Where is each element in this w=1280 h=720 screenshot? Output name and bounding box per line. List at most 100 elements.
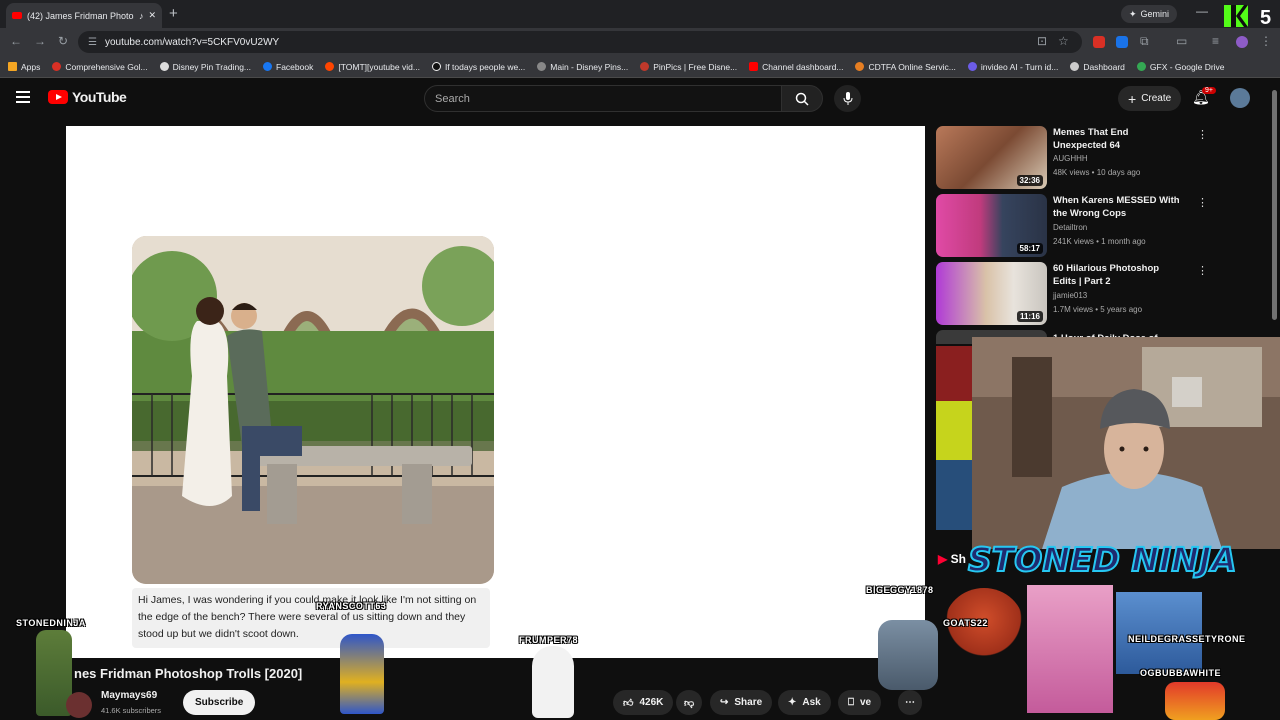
back-icon[interactable]: ← [10, 34, 22, 48]
minimize-icon[interactable]: — [1196, 4, 1208, 18]
like-button[interactable]: 👍︎ 426K [613, 690, 674, 715]
save-button[interactable]: ⎕ ve [838, 690, 882, 715]
viewer-name-tag: FRUMPER78 [519, 635, 579, 645]
reddit-icon [325, 62, 335, 71]
bookmark-label: Disney Pin Trading... [172, 61, 252, 72]
more-options-icon[interactable]: ⋮ [1197, 196, 1208, 209]
site-info-icon[interactable]: ☰ [88, 37, 97, 48]
svg-text:5: 5 [1260, 7, 1271, 29]
chrome-menu-icon[interactable]: ⋮ [1260, 34, 1272, 48]
bookmark-item[interactable]: Facebook [263, 62, 313, 72]
channel-avatar[interactable] [66, 692, 92, 718]
bookmark-label: Channel dashboard... [762, 61, 844, 72]
ask-button[interactable]: ✦ Ask [778, 690, 831, 715]
dashboard-icon [1070, 62, 1080, 71]
channel-name[interactable]: Maymays69 [101, 690, 157, 701]
video-thumbnail[interactable]: 11:16 [936, 262, 1047, 325]
search-button[interactable] [781, 85, 823, 112]
forward-icon[interactable]: → [34, 34, 46, 48]
subscribe-button[interactable]: Subscribe [183, 690, 256, 715]
more-actions-button[interactable]: ⋯ [898, 690, 922, 715]
youtube-favicon-icon [12, 12, 22, 19]
thumbs-up-icon: 👍︎ [623, 697, 634, 709]
create-label: Create [1141, 93, 1172, 104]
duration-badge: 32:36 [1016, 175, 1043, 186]
recommended-video[interactable]: 32:36 Memes That End Unexpected 64 AUGHH… [936, 126, 1280, 190]
recommended-video[interactable]: 58:17 When Karens MESSED With the Wrong … [936, 194, 1280, 258]
extension-icon[interactable] [1093, 36, 1105, 48]
bookmark-favicon-icon [52, 62, 62, 71]
sparkle-icon: ✦ [788, 697, 797, 708]
bookmark-item[interactable]: Main - Disney Pins... [537, 62, 628, 72]
bookmark-label: [TOMT][youtube vid... [338, 61, 420, 72]
gemini-label: Gemini [1140, 9, 1170, 19]
browser-tab-bar: (42) James Fridman Photos ♪ ✕ + ✦ Gemini … [0, 0, 1280, 29]
extensions-puzzle-icon[interactable]: ⧉ [1140, 34, 1149, 49]
avatar[interactable] [1230, 88, 1250, 108]
video-title[interactable]: 60 Hilarious Photoshop Edits | Part 2 [1053, 262, 1181, 288]
like-count: 426K [639, 697, 664, 708]
install-icon[interactable]: ⊡ [1037, 34, 1047, 48]
voice-search-button[interactable] [834, 85, 861, 112]
bookmark-item[interactable]: Apps [8, 62, 40, 72]
save-label: ve [860, 697, 872, 708]
gemini-button[interactable]: ✦ Gemini [1121, 5, 1178, 23]
address-bar[interactable]: ☰ youtube.com/watch?v=5CKFV0vU2WY [78, 31, 1082, 53]
bookmark-label: If todays people we... [444, 61, 526, 72]
bookmark-item[interactable]: Comprehensive Gol... [52, 62, 148, 72]
reload-icon[interactable]: ↻ [58, 34, 68, 48]
viewer-name-tag: BIGEGGY1878 [866, 585, 934, 595]
hamburger-menu-icon[interactable] [16, 91, 30, 103]
video-thumbnail[interactable]: 58:17 [936, 194, 1047, 257]
video-title[interactable]: When Karens MESSED With the Wrong Cops [1053, 194, 1181, 220]
bookmark-item[interactable]: invideo AI - Turn id... [967, 61, 1059, 72]
bookmark-label: CDTFA Online Servic... [868, 61, 956, 72]
apps-grid-icon [8, 62, 17, 71]
speaker-icon[interactable]: ♪ [139, 11, 144, 21]
video-player[interactable]: Hi James, I was wondering if you could m… [66, 126, 925, 658]
duration-badge: 11:16 [1016, 311, 1043, 322]
bookmark-item[interactable]: PinPics | Free Disne... [640, 62, 737, 72]
sidebar-scrollbar[interactable] [1272, 90, 1277, 320]
search-input[interactable]: Search [424, 85, 782, 112]
microphone-icon [843, 91, 852, 105]
share-icon: ↪ [720, 697, 729, 708]
sparkle-icon: ✦ [1129, 8, 1137, 19]
bookmark-item[interactable]: Channel dashboard... [749, 62, 843, 72]
channel-name[interactable]: Detailtron [1053, 223, 1087, 232]
share-button[interactable]: ↪ Share [710, 690, 773, 715]
bookmark-label: invideo AI - Turn id... [980, 61, 1059, 72]
bookmark-item[interactable]: [TOMT][youtube vid... [325, 62, 420, 72]
bookmark-item[interactable]: CDTFA Online Servic... [855, 61, 956, 72]
youtube-logo[interactable]: YouTube [48, 89, 127, 105]
extension-icon[interactable] [1116, 36, 1128, 48]
more-options-icon[interactable]: ⋮ [1197, 264, 1208, 277]
bookmark-item[interactable]: GFX - Google Drive [1136, 62, 1225, 72]
channel-name[interactable]: jjamie013 [1053, 291, 1087, 300]
video-meta: 1.7M views • 5 years ago [1053, 305, 1143, 314]
video-title[interactable]: Memes That End Unexpected 64 [1053, 126, 1181, 152]
browser-tab[interactable]: (42) James Fridman Photos ♪ ✕ [6, 3, 162, 28]
dislike-button[interactable]: 👎︎ [676, 690, 703, 715]
sidepanel-icon[interactable]: ▭ [1176, 34, 1187, 48]
new-tab-icon[interactable]: + [169, 5, 178, 22]
youtube-header: YouTube Search + Create 🔔︎ 9+ [0, 79, 1280, 119]
close-tab-icon[interactable]: ✕ [148, 10, 156, 21]
bookmark-favicon-icon [537, 62, 547, 71]
create-button[interactable]: + Create [1118, 86, 1182, 111]
animated-character-sprite [878, 620, 938, 690]
facebook-icon [263, 62, 273, 71]
bookmark-item[interactable]: Disney Pin Trading... [159, 61, 252, 72]
bookmark-icon: ⎕ [848, 697, 854, 708]
shorts-thumbnail-strip[interactable] [936, 346, 972, 530]
channel-name[interactable]: AUGHHH [1053, 154, 1088, 163]
more-options-icon[interactable]: ⋮ [1197, 128, 1208, 141]
downloads-icon[interactable]: ≡ [1212, 34, 1219, 48]
streamer-webcam [972, 337, 1280, 549]
bookmark-star-icon[interactable]: ☆ [1058, 34, 1069, 48]
video-thumbnail[interactable]: 32:36 [936, 126, 1047, 189]
bookmark-item[interactable]: Dashboard [1070, 62, 1125, 72]
profile-icon[interactable] [1236, 36, 1248, 48]
bookmark-item[interactable]: If todays people we... [431, 61, 526, 72]
recommended-video[interactable]: 11:16 60 Hilarious Photoshop Edits | Par… [936, 262, 1280, 326]
